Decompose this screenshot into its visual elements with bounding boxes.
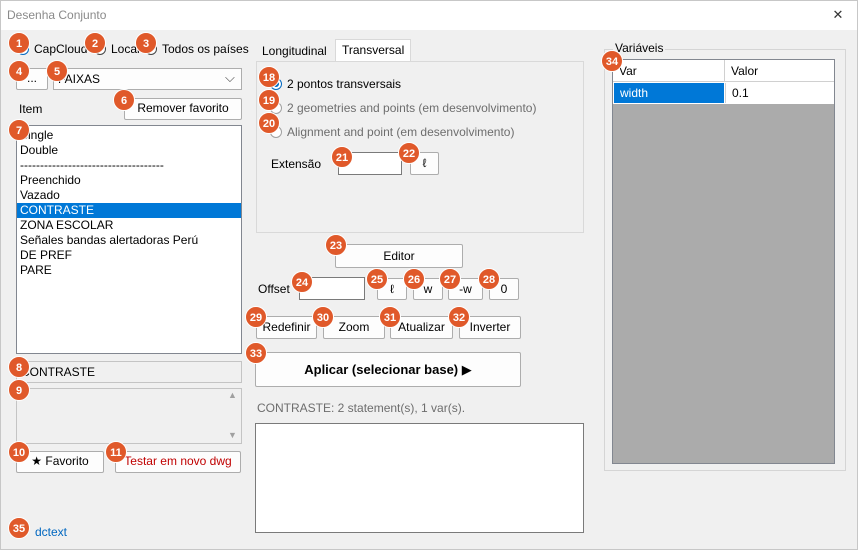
- list-item[interactable]: Señales bandas alertadoras Perú: [17, 233, 241, 248]
- marker-badge: 32: [448, 306, 470, 328]
- radio-2-pontos-label: 2 pontos transversais: [287, 77, 402, 91]
- grid-cell-var[interactable]: width: [614, 83, 724, 103]
- marker-badge: 29: [245, 306, 267, 328]
- scroll-down-icon[interactable]: ▼: [228, 430, 237, 440]
- status-text: CONTRASTE: 2 statement(s), 1 var(s).: [257, 401, 466, 415]
- extensao-label: Extensão: [271, 157, 322, 171]
- item-listbox[interactable]: Single Double --------------------------…: [16, 125, 242, 354]
- transversal-panel: 2 pontos transversais 2 geometries and p…: [256, 61, 584, 233]
- list-item[interactable]: DE PREF: [17, 248, 241, 263]
- variables-grid[interactable]: Var Valor width 0.1: [612, 59, 835, 464]
- marker-badge: 19: [258, 89, 280, 111]
- marker-badge: 31: [379, 306, 401, 328]
- editor-button[interactable]: Editor: [335, 244, 463, 268]
- marker-badge: 8: [8, 356, 30, 378]
- marker-badge: 28: [478, 268, 500, 290]
- marker-badge: 9: [8, 379, 30, 401]
- close-icon[interactable]: ✕: [828, 5, 848, 25]
- tab-longitudinal[interactable]: Longitudinal: [256, 41, 333, 63]
- list-item[interactable]: ZONA ESCOLAR: [17, 218, 241, 233]
- list-item-selected[interactable]: CONTRASTE: [17, 203, 241, 218]
- marker-badge: 3: [135, 32, 157, 54]
- grid-cell-valor[interactable]: 0.1: [725, 83, 833, 103]
- grid-col-var[interactable]: Var: [613, 60, 725, 82]
- marker-badge: 20: [258, 112, 280, 134]
- marker-badge: 6: [113, 89, 135, 111]
- item-label: Item: [19, 102, 43, 116]
- offset-label: Offset: [258, 282, 290, 296]
- marker-badge: 22: [398, 142, 420, 164]
- marker-badge: 25: [366, 268, 388, 290]
- window-title: Desenha Conjunto: [7, 8, 107, 22]
- list-item[interactable]: Double: [17, 143, 241, 158]
- tab-transversal[interactable]: Transversal: [335, 39, 412, 61]
- radio-capcloud-label: CapCloud: [34, 42, 88, 56]
- marker-badge: 2: [84, 32, 106, 54]
- marker-badge: 5: [46, 60, 68, 82]
- selected-item-name-text: CONTRASTE: [21, 365, 96, 379]
- list-separator: ------------------------------------: [20, 158, 164, 172]
- marker-badge: 23: [325, 234, 347, 256]
- radio-2-geometries-label: 2 geometries and points (em desenvolvime…: [287, 101, 537, 115]
- test-new-dwg-button[interactable]: Testar em novo dwg: [115, 451, 241, 473]
- title-bar: Desenha Conjunto ✕: [1, 1, 857, 30]
- marker-badge: 7: [8, 119, 30, 141]
- table-row[interactable]: width 0.1: [613, 82, 834, 104]
- list-item[interactable]: Single: [17, 128, 241, 143]
- main-window: Desenha Conjunto ✕ CapCloud Local Todos …: [0, 0, 858, 550]
- dctext-link[interactable]: dctext: [35, 525, 67, 539]
- marker-badge: 11: [105, 441, 127, 463]
- radio-alignment-point-label: Alignment and point (em desenvolvimento): [287, 125, 515, 139]
- output-box[interactable]: [255, 423, 584, 533]
- category-dropdown[interactable]: FAIXAS ⌵: [53, 68, 242, 90]
- apply-button[interactable]: Aplicar (selecionar base) ▶: [255, 352, 521, 387]
- description-scrollbar[interactable]: ▲ ▼: [224, 389, 241, 443]
- marker-badge: 4: [8, 60, 30, 82]
- marker-badge: 18: [258, 66, 280, 88]
- grid-col-valor[interactable]: Valor: [725, 60, 834, 82]
- grid-header: Var Valor: [613, 60, 834, 82]
- marker-badge: 21: [331, 146, 353, 168]
- item-description-area[interactable]: ▲ ▼: [16, 388, 242, 444]
- variables-group-label: Variáveis: [613, 41, 666, 55]
- marker-badge: 33: [245, 342, 267, 364]
- chevron-down-icon: ⌵: [225, 70, 235, 85]
- scroll-up-icon[interactable]: ▲: [228, 390, 237, 400]
- remove-favorite-button[interactable]: Remover favorito: [124, 98, 242, 120]
- list-item[interactable]: Vazado: [17, 188, 241, 203]
- marker-badge: 34: [601, 50, 623, 72]
- marker-badge: 10: [8, 441, 30, 463]
- list-item[interactable]: PARE: [17, 263, 241, 278]
- radio-todos-paises-label: Todos os países: [162, 42, 249, 56]
- marker-badge: 30: [312, 306, 334, 328]
- list-item[interactable]: Preenchido: [17, 173, 241, 188]
- marker-badge: 24: [291, 271, 313, 293]
- selected-item-name: CONTRASTE: [16, 361, 242, 383]
- marker-badge: 35: [8, 517, 30, 539]
- marker-badge: 26: [403, 268, 425, 290]
- marker-badge: 27: [439, 268, 461, 290]
- marker-badge: 1: [8, 32, 30, 54]
